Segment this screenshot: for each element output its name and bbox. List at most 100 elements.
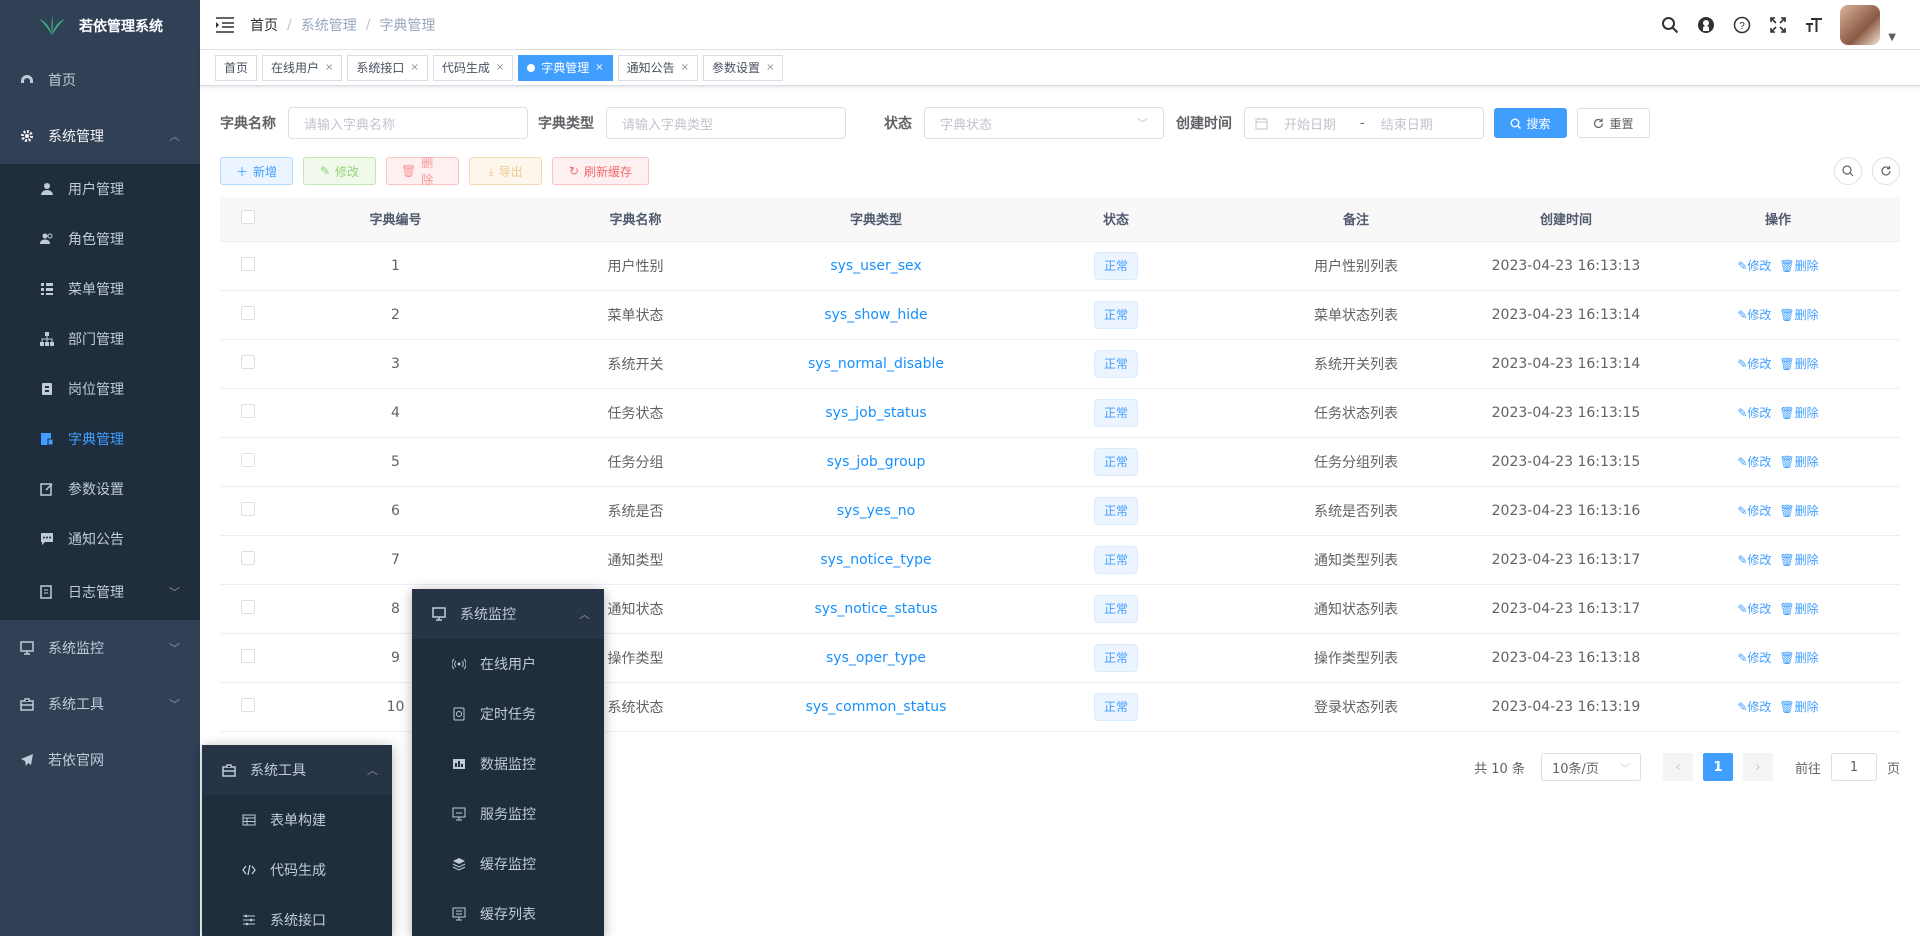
row-delete-button[interactable]: 🗑︎删除: [1779, 406, 1818, 420]
select-all-checkbox[interactable]: [241, 209, 255, 224]
popup-tools-header[interactable]: 系统工具 ︿: [202, 745, 392, 795]
row-edit-button[interactable]: ✎修改: [1737, 357, 1771, 371]
row-edit-button[interactable]: ✎修改: [1737, 700, 1771, 714]
dict-type-link[interactable]: sys_notice_status: [814, 601, 937, 617]
dict-type-link[interactable]: sys_show_hide: [824, 307, 927, 323]
next-page-button[interactable]: ›: [1742, 753, 1773, 781]
row-edit-button[interactable]: ✎修改: [1737, 406, 1771, 420]
search-icon[interactable]: [1660, 15, 1680, 35]
sidebar-item-notice[interactable]: 通知公告: [0, 514, 200, 564]
sidebar-item-menu[interactable]: 菜单管理: [0, 264, 200, 314]
menu-item-redis-list[interactable]: 缓存列表: [412, 889, 604, 936]
sidebar-item-log[interactable]: 日志管理 ﹀: [0, 564, 200, 620]
menu-item-form-build[interactable]: 表单构建: [202, 795, 392, 845]
sidebar-item-website[interactable]: 若依官网: [0, 732, 200, 788]
sidebar-item-system[interactable]: 系统管理 ︿: [0, 108, 200, 164]
row-edit-button[interactable]: ✎修改: [1737, 602, 1771, 616]
dict-type-link[interactable]: sys_oper_type: [826, 650, 926, 666]
tag-notice[interactable]: 通知公告 ×: [617, 54, 699, 81]
search-button[interactable]: 搜索: [1494, 108, 1567, 138]
sidebar-item-post[interactable]: 岗位管理: [0, 364, 200, 414]
tag-gen[interactable]: 代码生成 ×: [432, 54, 514, 81]
fullscreen-icon[interactable]: [1768, 15, 1788, 35]
row-delete-button[interactable]: 🗑︎删除: [1779, 308, 1818, 322]
toggle-search-button[interactable]: [1834, 157, 1862, 185]
status-select[interactable]: 字典状态 ﹀: [924, 107, 1164, 139]
row-delete-button[interactable]: 🗑︎删除: [1779, 651, 1818, 665]
add-button[interactable]: ＋ 新增: [220, 157, 293, 185]
end-date[interactable]: 结束日期: [1381, 114, 1433, 133]
breadcrumb-item[interactable]: 首页: [250, 15, 278, 35]
row-edit-button[interactable]: ✎修改: [1737, 504, 1771, 518]
row-delete-button[interactable]: 🗑︎删除: [1779, 504, 1818, 518]
sidebar-item-config[interactable]: 参数设置: [0, 464, 200, 514]
close-icon[interactable]: ×: [496, 56, 504, 80]
tag-home[interactable]: 首页: [215, 54, 258, 81]
refresh-cache-button[interactable]: ↻ 刷新缓存: [552, 157, 649, 185]
row-delete-button[interactable]: 🗑︎删除: [1779, 602, 1818, 616]
sidebar-item-monitor[interactable]: 系统监控 ﹀: [0, 620, 200, 676]
menu-item-job[interactable]: 定时任务: [412, 689, 604, 739]
date-range-picker[interactable]: 开始日期 - 结束日期: [1244, 107, 1484, 139]
tag-dict[interactable]: 字典管理 ×: [518, 54, 613, 81]
github-icon[interactable]: [1696, 15, 1716, 35]
row-checkbox[interactable]: [241, 305, 255, 320]
sidebar-item-role[interactable]: 角色管理: [0, 214, 200, 264]
row-delete-button[interactable]: 🗑︎删除: [1779, 700, 1818, 714]
reset-button[interactable]: 重置: [1577, 108, 1650, 138]
page-number-1[interactable]: 1: [1702, 753, 1733, 781]
menu-item-swagger[interactable]: 系统接口: [202, 895, 392, 936]
tag-swagger[interactable]: 系统接口 ×: [347, 54, 428, 81]
close-icon[interactable]: ×: [325, 56, 333, 80]
popup-monitor-header[interactable]: 系统监控 ︿: [412, 589, 604, 639]
sidebar-item-dict[interactable]: 字典管理: [0, 414, 200, 464]
row-delete-button[interactable]: 🗑︎删除: [1779, 357, 1818, 371]
dict-name-input[interactable]: 请输入字典名称: [288, 107, 528, 139]
row-checkbox[interactable]: [241, 697, 255, 712]
sidebar-item-user[interactable]: 用户管理: [0, 164, 200, 214]
row-delete-button[interactable]: 🗑︎删除: [1779, 553, 1818, 567]
sidebar-item-home[interactable]: 首页: [0, 52, 200, 108]
row-checkbox[interactable]: [241, 648, 255, 663]
close-icon[interactable]: ×: [410, 56, 418, 80]
avatar[interactable]: [1840, 5, 1881, 45]
close-icon[interactable]: ×: [595, 56, 603, 80]
delete-button[interactable]: 🗑︎ 删除: [386, 156, 459, 187]
menu-item-code-gen[interactable]: 代码生成: [202, 845, 392, 895]
row-edit-button[interactable]: ✎修改: [1737, 455, 1771, 469]
page-size-select[interactable]: 10条/页 ﹀: [1540, 753, 1641, 781]
prev-page-button[interactable]: ‹: [1662, 753, 1693, 781]
row-checkbox[interactable]: [241, 501, 255, 516]
goto-page-input[interactable]: 1: [1830, 753, 1877, 781]
close-icon[interactable]: ×: [766, 56, 774, 80]
menu-item-druid[interactable]: 数据监控: [412, 739, 604, 789]
row-edit-button[interactable]: ✎修改: [1737, 553, 1771, 567]
dict-type-link[interactable]: sys_job_status: [825, 405, 926, 421]
tag-config[interactable]: 参数设置 ×: [703, 54, 784, 81]
row-checkbox[interactable]: [241, 550, 255, 565]
dict-type-link[interactable]: sys_yes_no: [837, 503, 916, 519]
start-date[interactable]: 开始日期: [1284, 114, 1354, 133]
dict-type-link[interactable]: sys_normal_disable: [808, 356, 944, 372]
row-edit-button[interactable]: ✎修改: [1737, 651, 1771, 665]
row-checkbox[interactable]: [241, 452, 255, 467]
row-checkbox[interactable]: [241, 256, 255, 271]
close-icon[interactable]: ×: [681, 56, 689, 80]
tag-online[interactable]: 在线用户 ×: [262, 54, 343, 81]
row-delete-button[interactable]: 🗑︎删除: [1779, 455, 1818, 469]
dict-type-link[interactable]: sys_common_status: [806, 699, 947, 715]
help-icon[interactable]: ?: [1732, 15, 1752, 35]
row-checkbox[interactable]: [241, 599, 255, 614]
dict-type-link[interactable]: sys_job_group: [827, 454, 926, 470]
row-checkbox[interactable]: [241, 354, 255, 369]
row-edit-button[interactable]: ✎修改: [1737, 308, 1771, 322]
dict-type-link[interactable]: sys_user_sex: [830, 258, 921, 274]
row-checkbox[interactable]: [241, 403, 255, 418]
menu-item-online[interactable]: 在线用户: [412, 639, 604, 689]
row-edit-button[interactable]: ✎修改: [1737, 259, 1771, 273]
edit-button[interactable]: ✎ 修改: [303, 157, 376, 185]
hamburger-toggle[interactable]: [200, 0, 250, 50]
sidebar-item-tool[interactable]: 系统工具 ﹀: [0, 676, 200, 732]
export-button[interactable]: ⤓ 导出: [469, 157, 542, 185]
font-size-icon[interactable]: [1804, 15, 1824, 35]
